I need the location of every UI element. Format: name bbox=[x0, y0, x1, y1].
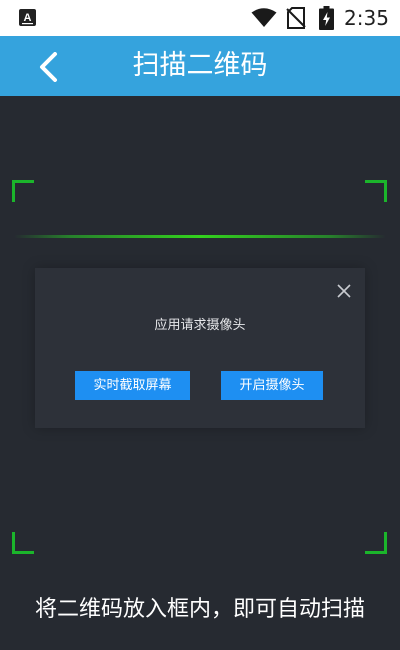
svg-text:A: A bbox=[24, 12, 32, 24]
status-bar: A 2:35 bbox=[0, 0, 400, 36]
camera-permission-dialog: 应用请求摄像头 实时截取屏幕 开启摄像头 bbox=[35, 268, 365, 428]
app-notification-icon: A bbox=[19, 9, 36, 26]
no-sim-icon bbox=[286, 7, 306, 29]
scan-hint-text: 将二维码放入框内，即可自动扫描 bbox=[34, 597, 365, 622]
screen-capture-button[interactable]: 实时截取屏幕 bbox=[75, 371, 190, 400]
scan-frame-corner-top-right bbox=[365, 180, 387, 202]
scan-frame-corner-bottom-left bbox=[12, 532, 34, 554]
scan-frame-corner-bottom-right bbox=[365, 532, 387, 554]
dialog-message: 应用请求摄像头 bbox=[154, 318, 246, 333]
scan-frame-corner-top-left bbox=[12, 180, 34, 202]
scan-line bbox=[14, 235, 386, 238]
close-icon[interactable] bbox=[334, 281, 354, 301]
battery-charging-icon bbox=[319, 6, 334, 30]
wifi-icon bbox=[251, 8, 277, 27]
open-camera-button[interactable]: 开启摄像头 bbox=[221, 371, 323, 400]
chevron-left-icon bbox=[40, 52, 57, 82]
back-button[interactable] bbox=[28, 48, 68, 84]
status-clock: 2:35 bbox=[344, 6, 389, 30]
title-bar: 扫描二维码 bbox=[0, 36, 400, 96]
